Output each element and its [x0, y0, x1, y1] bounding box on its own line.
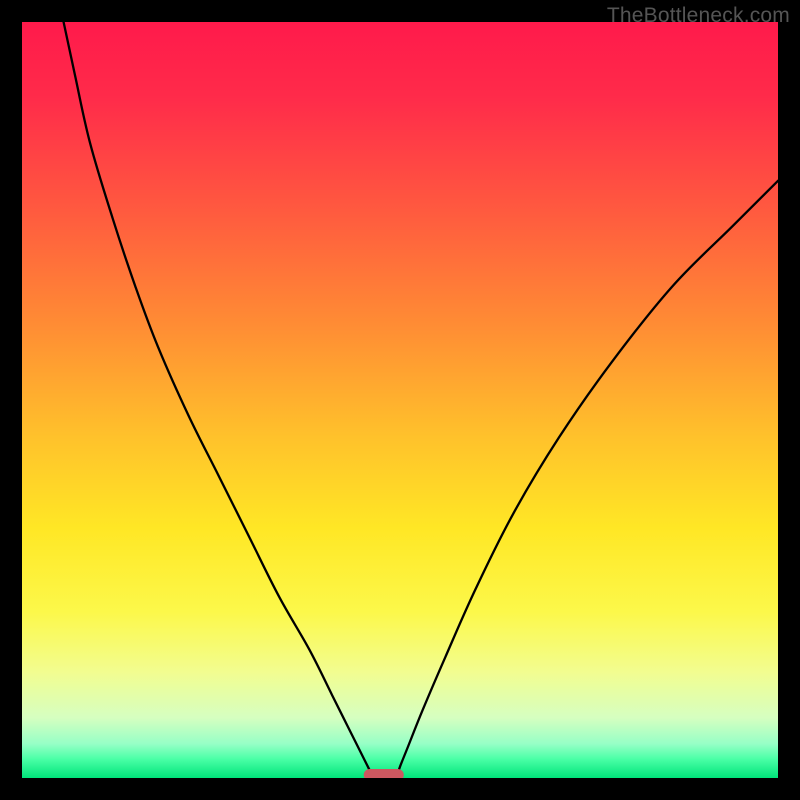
curve-right-branch	[396, 181, 778, 778]
curves-svg	[22, 22, 778, 778]
curve-left-branch	[64, 22, 374, 778]
watermark-text: TheBottleneck.com	[607, 4, 790, 28]
chart-frame: TheBottleneck.com	[0, 0, 800, 800]
plot-area	[22, 22, 778, 778]
bottleneck-marker	[364, 769, 404, 778]
